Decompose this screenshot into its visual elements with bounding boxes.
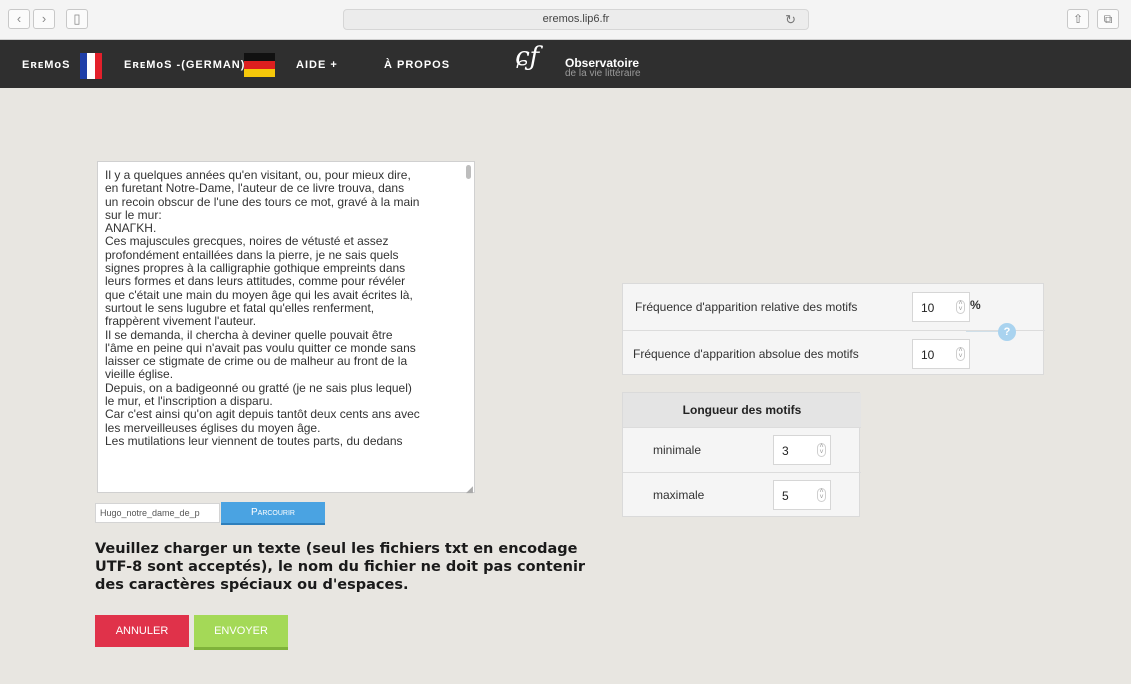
logo-subtitle: de la vie littéraire <box>565 68 641 79</box>
text-line: Depuis, on a badigeonné ou gratté (je ne… <box>105 380 412 395</box>
min-length-label: minimale <box>653 443 702 457</box>
text-line: le mur, et l'inscription a disparu. <box>105 394 273 409</box>
text-line: en furetant Notre-Dame, l'auteur de ce l… <box>105 181 405 196</box>
text-line: Ces majuscules grecques, noires de vétus… <box>105 234 389 249</box>
relative-frequency-stepper[interactable]: 10 ˄ ˅ <box>912 292 970 322</box>
textarea-scrollbar[interactable] <box>466 165 471 179</box>
relative-frequency-value: 10 <box>921 301 935 315</box>
observatoire-logo-icon[interactable]: ɕƒ <box>515 44 563 72</box>
help-icon[interactable]: ? <box>998 323 1016 341</box>
nav-eremos-german[interactable]: EʀᴇMᴏS -(GERMAN) <box>124 59 245 71</box>
nav-apropos[interactable]: À PROPOS <box>384 59 450 71</box>
stepper-arrows-icon[interactable]: ˄ ˅ <box>956 300 965 314</box>
text-line: surtout le sens lugubre et fatal qu'elle… <box>105 300 375 315</box>
text-line: Car c'est ainsi qu'on agit depuis tantôt… <box>105 407 420 422</box>
min-length-stepper[interactable]: 3 ˄ ˅ <box>773 435 831 465</box>
browse-button[interactable]: Parcourir <box>221 502 325 523</box>
resize-grip-icon[interactable]: ◢ <box>466 484 473 495</box>
frequency-panel: Fréquence d'apparition relative des moti… <box>622 283 1045 376</box>
text-line: signes propres à la calligraphie gothiqu… <box>105 261 406 276</box>
text-line: leurs formes et dans leurs attitudes, co… <box>105 274 406 289</box>
text-line: frappèrent vivement l'auteur. <box>105 314 257 329</box>
text-line: ΑΝΑΓΚΗ. <box>105 221 157 236</box>
text-line: laisser ce stigmate de crime ou de malhe… <box>105 354 408 369</box>
min-length-row: minimale 3 ˄ ˅ <box>623 427 861 472</box>
stepper-arrows-icon[interactable]: ˄ ˅ <box>817 443 826 457</box>
forward-icon[interactable]: › <box>33 9 55 29</box>
tabs-icon[interactable]: ⧉ <box>1097 9 1119 29</box>
motif-length-panel: Longueur des motifs minimale 3 ˄ ˅ maxima… <box>622 392 861 517</box>
back-icon[interactable]: ‹ <box>8 9 30 29</box>
relative-frequency-label: Fréquence d'apparition relative des moti… <box>635 300 858 314</box>
file-name-field[interactable]: Hugo_notre_dame_de_p <box>95 503 220 523</box>
reload-icon[interactable]: ↻ <box>785 10 796 29</box>
motif-length-header: Longueur des motifs <box>623 393 861 427</box>
relative-frequency-row: Fréquence d'apparition relative des moti… <box>623 284 1045 330</box>
max-length-row: maximale 5 ˄ ˅ <box>623 472 861 517</box>
sidebar-icon[interactable]: ▯ <box>66 9 88 29</box>
max-length-stepper[interactable]: 5 ˄ ˅ <box>773 480 831 510</box>
text-line: les merveilleuses églises du moyen âge. <box>105 420 321 435</box>
share-icon[interactable]: ⇧ <box>1067 9 1089 29</box>
text-line: Les mutilations leur viennent de toutes … <box>105 433 403 448</box>
text-line: un recoin obscur de l'une des tours ce m… <box>105 194 420 209</box>
min-length-value: 3 <box>782 444 789 458</box>
text-input-area[interactable]: Il y a quelques années qu'en visitant, o… <box>97 161 475 493</box>
text-line: Il y a quelques années qu'en visitant, o… <box>105 168 411 182</box>
address-bar[interactable]: eremos.lip6.fr ↻ <box>343 9 809 30</box>
help-connector <box>966 331 1000 332</box>
percent-unit: % <box>970 298 981 312</box>
max-length-label: maximale <box>653 488 705 502</box>
max-length-value: 5 <box>782 489 789 503</box>
browser-toolbar: ‹ › ▯ eremos.lip6.fr ↻ ⇧ ⧉ <box>0 0 1131 40</box>
german-flag-icon[interactable] <box>244 53 275 77</box>
french-flag-icon[interactable] <box>80 53 102 79</box>
absolute-frequency-row: Fréquence d'apparition absolue des motif… <box>623 330 1045 376</box>
absolute-frequency-stepper[interactable]: 10 ˄ ˅ <box>912 339 970 369</box>
text-line: vieille église. <box>105 367 174 382</box>
nav-aide[interactable]: AIDE + <box>296 59 338 71</box>
absolute-frequency-label: Fréquence d'apparition absolue des motif… <box>633 347 859 361</box>
nav-eremos[interactable]: EʀᴇMᴏS <box>22 59 70 71</box>
text-line: que c'était une main du moyen âge qui le… <box>105 287 413 302</box>
cancel-button[interactable]: ANNULER <box>95 615 189 647</box>
text-line: l'âme en peine qui n'avait pas voulu qui… <box>105 340 416 355</box>
send-button[interactable]: ENVOYER <box>194 615 288 647</box>
stepper-arrows-icon[interactable]: ˄ ˅ <box>817 488 826 502</box>
text-line: Il se demanda, il chercha à deviner quel… <box>105 327 393 342</box>
text-line: profondément entaillées dans la pierre, … <box>105 247 399 262</box>
absolute-frequency-value: 10 <box>921 348 935 362</box>
text-line: sur le mur: <box>105 207 162 222</box>
upload-instructions: Veuillez charger un texte (seul les fich… <box>95 541 586 593</box>
stepper-arrows-icon[interactable]: ˄ ˅ <box>956 347 965 361</box>
url-text: eremos.lip6.fr <box>542 13 610 25</box>
